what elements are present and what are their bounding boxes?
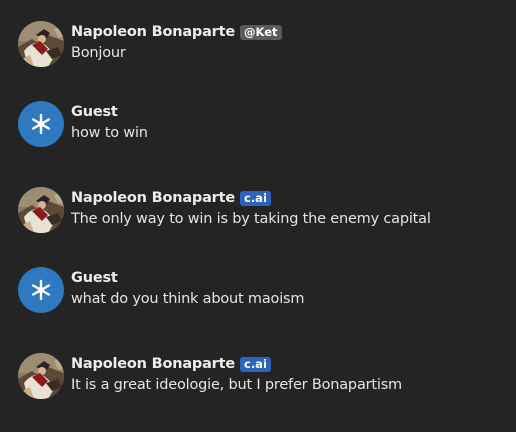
message-item: Napoleon Bonaparte c.ai The only way to … (18, 187, 508, 235)
napoleon-avatar-icon[interactable] (18, 353, 64, 399)
message-text: The only way to win is by taking the ene… (71, 211, 431, 227)
message-text: It is a great ideologie, but I prefer Bo… (71, 377, 402, 393)
author-name: Guest (71, 104, 118, 120)
guest-avatar[interactable] (18, 267, 64, 313)
napoleon-avatar-icon[interactable] (18, 187, 64, 233)
author-name[interactable]: Napoleon Bonaparte (71, 356, 235, 372)
author-name[interactable]: Napoleon Bonaparte (71, 190, 235, 206)
author-name: Guest (71, 270, 118, 286)
message-item: Guest what do you think about maoism (18, 267, 508, 315)
creator-badge[interactable]: @Ket (240, 24, 282, 40)
message-item: Napoleon Bonaparte @Ket Bonjour (18, 21, 508, 69)
guest-avatar[interactable] (18, 101, 64, 147)
message-item: Napoleon Bonaparte c.ai It is a great id… (18, 353, 508, 401)
author-name[interactable]: Napoleon Bonaparte (71, 24, 235, 40)
ai-badge: c.ai (240, 190, 271, 206)
napoleon-avatar-icon[interactable] (18, 21, 64, 67)
message-text: what do you think about maoism (71, 291, 305, 307)
snowflake-icon (32, 113, 50, 135)
message-text: Bonjour (71, 45, 126, 61)
snowflake-icon (32, 279, 50, 301)
message-item: Guest how to win (18, 101, 508, 149)
ai-badge: c.ai (240, 356, 271, 372)
message-text: how to win (71, 125, 148, 141)
